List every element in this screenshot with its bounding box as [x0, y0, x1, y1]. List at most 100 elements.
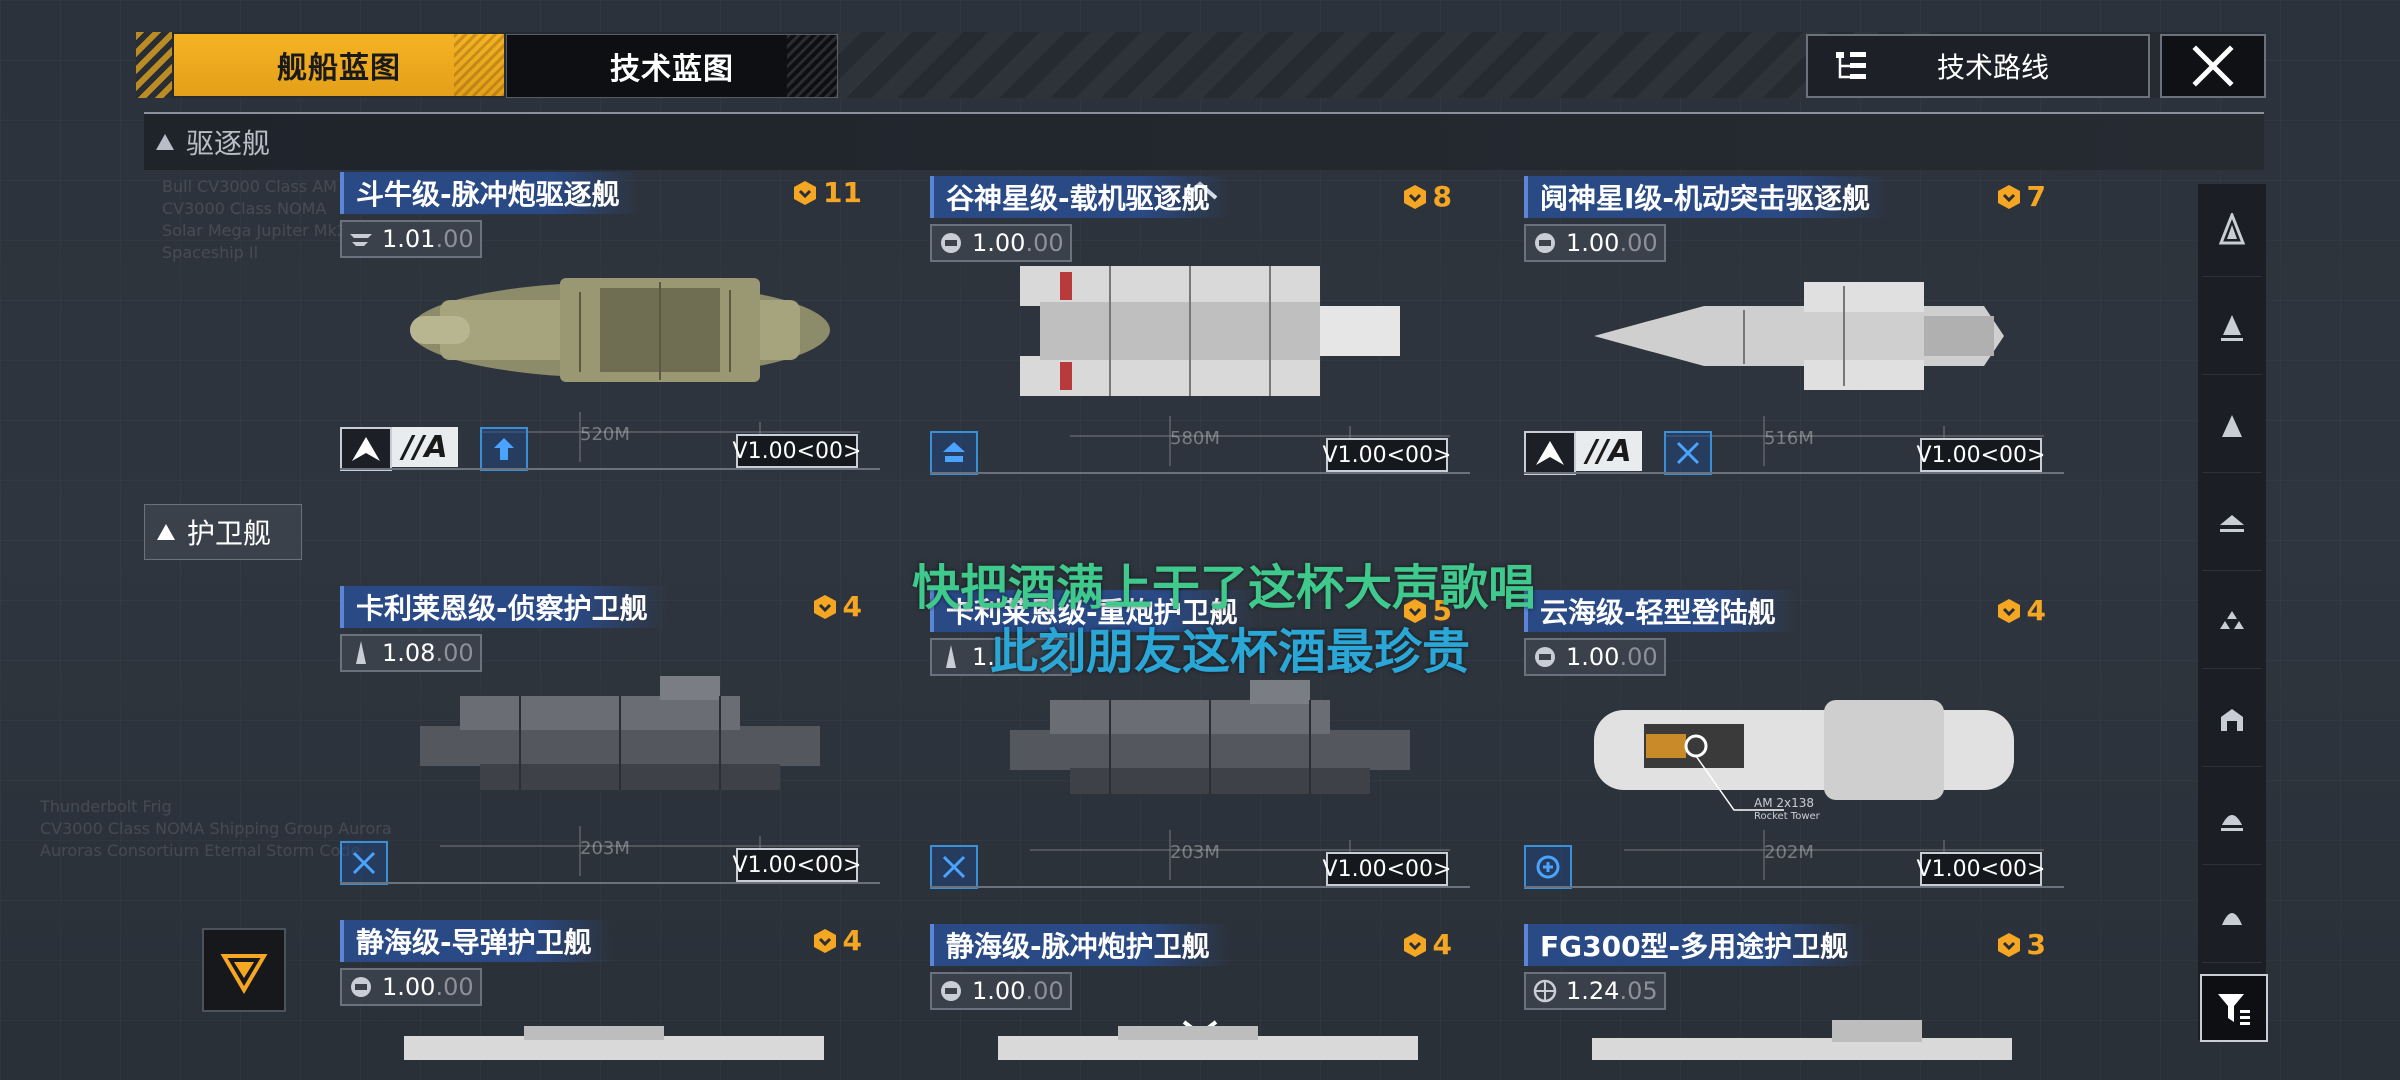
- fleet-emblem-button[interactable]: [202, 928, 286, 1012]
- version-tag: V1.00<00>: [1323, 852, 1451, 886]
- section-header-frigate[interactable]: 护卫舰: [144, 504, 302, 560]
- command-point-icon: [1403, 184, 1426, 209]
- ship-image-ceres: [1020, 266, 1400, 396]
- close-button[interactable]: [2160, 34, 2266, 98]
- command-point-icon: [813, 594, 836, 619]
- ship-card[interactable]: 谷神星级-载机驱逐舰 8 1.00.00 580M V1.00<00>: [930, 176, 1470, 476]
- chevron-emblem-icon: [220, 954, 268, 994]
- filter-button[interactable]: [2200, 974, 2268, 1042]
- carrier-class-icon: [1535, 233, 1555, 253]
- lyric-line-1: 快把酒满上干了这杯大声歌唱: [912, 560, 1537, 616]
- ship-name-bar: 阋神星I级-机动突击驱逐舰: [1524, 176, 2064, 218]
- carrier-class-icon: [1535, 647, 1555, 667]
- grade-badge: //A: [392, 427, 458, 467]
- tab-ship-blueprint[interactable]: 舰船蓝图: [174, 34, 504, 96]
- decorative-hatch: [836, 32, 1936, 98]
- role-badge: [1524, 431, 1576, 475]
- filter-aircraft[interactable]: [2202, 870, 2262, 963]
- tech-route-label: 技术路线: [1936, 51, 2049, 84]
- close-icon: [2192, 45, 2234, 87]
- filter-frigate[interactable]: [2202, 674, 2262, 767]
- ship-name: FG300型-多用途护卫舰: [1524, 924, 1869, 966]
- ship-image-kalilein-recon: [420, 676, 820, 790]
- ship-name: 卡利莱恩级-侦察护卫舰: [340, 586, 668, 628]
- assault-role-icon: [352, 437, 380, 461]
- carrier-class-icon: [941, 233, 961, 253]
- ship-image-fg300: [1592, 1020, 2012, 1060]
- ship-image-bull: [410, 278, 830, 382]
- ship-name: 谷神星级-载机驱逐舰: [930, 176, 1230, 218]
- tab-tech-blueprint-label: 技术蓝图: [610, 52, 734, 87]
- arrow-up-icon: [494, 438, 514, 460]
- assault-role-icon: [1536, 441, 1564, 465]
- ship-name-bar: 云海级-轻型登陆舰: [1524, 590, 2064, 632]
- ship-card[interactable]: 卡利莱恩级-侦察护卫舰 4 1.08.00 203M V1.00<00>: [340, 586, 880, 886]
- section-header-destroyer[interactable]: 驱逐舰: [144, 112, 2264, 170]
- carrier-class-icon: [941, 981, 961, 1001]
- card-baseline: [1524, 886, 2064, 888]
- ship-image-jinghai-missile: [404, 1026, 824, 1060]
- tech-tree-icon: [1836, 52, 1866, 79]
- globe-icon: [1533, 979, 1557, 1003]
- card-baseline: [930, 472, 1470, 474]
- ship-cost: 3: [1995, 928, 2046, 961]
- ship-image-eris: [1594, 282, 2004, 390]
- filter-corvette[interactable]: [2202, 772, 2262, 865]
- special-badge: [1524, 845, 1572, 889]
- cruiser-icon: [2221, 315, 2243, 341]
- grade-badge: //A: [1576, 431, 1642, 471]
- carrier-role-icon: [943, 442, 965, 462]
- command-point-icon: [1997, 932, 2020, 957]
- ship-cost: 4: [1995, 594, 2046, 627]
- ship-card[interactable]: 云海级-轻型登陆舰 4 1.00.00 AM 2x138 Rocket Towe…: [1524, 590, 2064, 890]
- filter-battleship[interactable]: [2202, 184, 2262, 277]
- ship-card[interactable]: 阋神星I级-机动突击驱逐舰 7 1.00.00 516M //A V1.00<0…: [1524, 176, 2064, 476]
- version-tag: V1.00<00>: [1917, 438, 2045, 472]
- ship-card[interactable]: 静海级-脉冲炮护卫舰 4 1.00.00: [930, 924, 1470, 1060]
- frigate-class-icon: [946, 645, 956, 668]
- command-point-icon: [1997, 598, 2020, 623]
- ship-name-bar: 谷神星级-载机驱逐舰: [930, 176, 1470, 218]
- ship-card[interactable]: FG300型-多用途护卫舰 3 1.24.05: [1524, 924, 2064, 1060]
- ship-type-filter-sidebar: [2198, 184, 2268, 1042]
- ship-cost: 4: [1401, 928, 1452, 961]
- section-frigate-label: 护卫舰: [187, 517, 272, 550]
- special-badge: [930, 431, 978, 475]
- card-baseline: [930, 886, 1470, 888]
- destroyer-icon: [2222, 415, 2242, 437]
- ship-card[interactable]: 静海级-导弹护卫舰 4 1.00.00: [340, 920, 880, 1060]
- filter-fighter[interactable]: [2202, 576, 2262, 669]
- special-badge: [480, 427, 528, 471]
- frigate-icon: [2221, 709, 2243, 731]
- crossed-weapons-icon: [352, 851, 376, 875]
- collapse-arrow-icon: [157, 524, 175, 540]
- tech-route-button[interactable]: 技术路线: [1806, 34, 2150, 98]
- filter-icon: [2218, 994, 2250, 1025]
- filter-destroyer[interactable]: [2202, 380, 2262, 473]
- ship-cost: 8: [1401, 180, 1452, 213]
- frigate-class-icon: [356, 641, 366, 664]
- ship-version: 1.24.05: [1524, 972, 1666, 1010]
- command-point-icon: [813, 928, 836, 953]
- card-baseline: [340, 468, 880, 470]
- ship-cost: 4: [811, 924, 862, 957]
- filter-cruiser[interactable]: [2202, 282, 2262, 375]
- tab-tech-blueprint[interactable]: 技术蓝图: [506, 34, 838, 98]
- ship-image-kalilein-heavy: [1010, 680, 1410, 794]
- version-tag: V1.00<00>: [1917, 852, 2045, 886]
- hazard-stripe: [136, 32, 172, 98]
- game-screen: Bull CV3000 Class AM CV3000 Class NOMA S…: [0, 0, 2400, 1080]
- ship-name-bar: 静海级-脉冲炮护卫舰: [930, 924, 1470, 966]
- filter-carrier[interactable]: [2202, 478, 2262, 571]
- ship-card[interactable]: 斗牛级-脉冲炮驱逐舰 11 1.01.00 520M //A V1.00<00>: [340, 172, 880, 472]
- ship-name-bar: 卡利莱恩级-侦察护卫舰: [340, 586, 880, 628]
- top-tab-bar: 舰船蓝图 技术蓝图 技术路线: [136, 32, 2266, 98]
- version-tag: V1.00<00>: [1323, 438, 1451, 472]
- card-baseline: [1524, 472, 2064, 474]
- ship-cost: 11: [791, 176, 862, 209]
- command-point-icon: [1997, 184, 2020, 209]
- ship-image-jinghai-pulse: [998, 1026, 1418, 1060]
- special-badge: [930, 845, 978, 889]
- version-tag: V1.00<00>: [733, 848, 861, 882]
- command-point-icon: [1403, 932, 1426, 957]
